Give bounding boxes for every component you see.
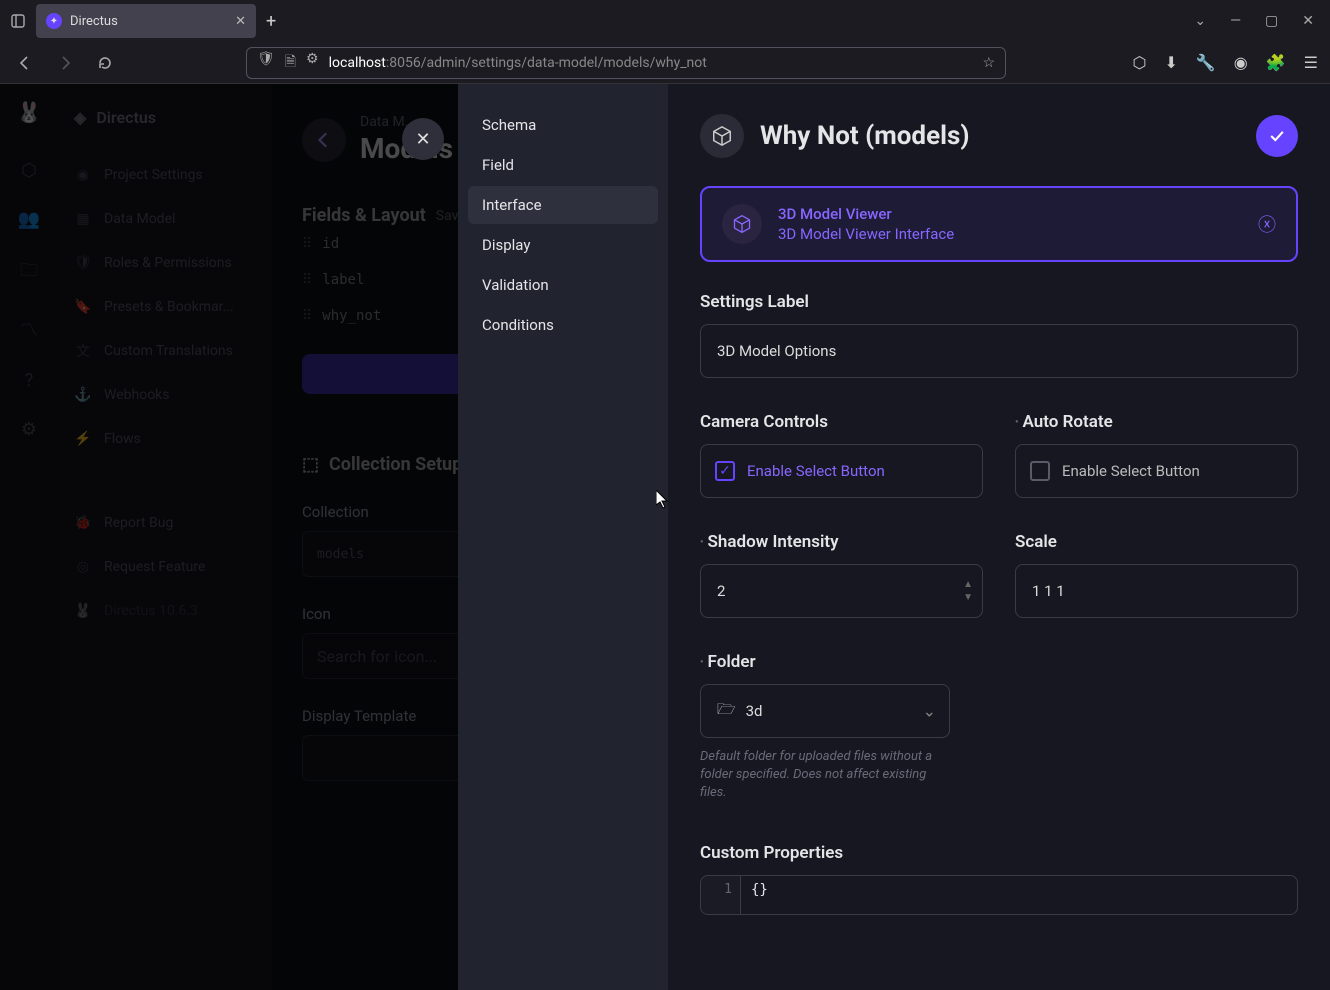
tab-title: Directus: [70, 14, 118, 29]
page-info-icon[interactable]: 🗎: [285, 51, 296, 75]
selected-interface[interactable]: 3D Model Viewer 3D Model Viewer Interfac…: [700, 186, 1298, 262]
cube-icon: [722, 204, 762, 244]
permissions-icon[interactable]: ⚙: [306, 51, 319, 75]
number-stepper[interactable]: ▲▼: [963, 579, 973, 603]
url-field[interactable]: 🛡 🗎 ⚙ localhost:8056/admin/settings/data…: [246, 47, 1006, 79]
close-tab-icon[interactable]: ✕: [235, 14, 246, 29]
bookmark-star-icon[interactable]: ☆: [982, 55, 995, 71]
checkbox-unchecked-icon: ✓: [1030, 461, 1050, 481]
forward-button: [52, 50, 78, 76]
drawer-body: Why Not (models) 3D Model Viewer 3D Mode…: [668, 84, 1330, 990]
new-tab-button[interactable]: +: [260, 11, 282, 32]
cube-icon: [700, 114, 744, 158]
chevron-up-icon[interactable]: ▲: [963, 579, 973, 590]
url-port: :8056: [386, 55, 421, 71]
selected-subtitle: 3D Model Viewer Interface: [778, 225, 954, 243]
downloads-icon[interactable]: ⬇: [1164, 53, 1177, 72]
checkbox-checked-icon: ✓: [715, 461, 735, 481]
deselect-icon[interactable]: ⓧ: [1258, 211, 1276, 237]
browser-addressbar: 🛡 🗎 ⚙ localhost:8056/admin/settings/data…: [0, 42, 1330, 84]
extensions-icon[interactable]: 🧩: [1266, 53, 1286, 72]
tab-conditions[interactable]: Conditions: [468, 306, 658, 344]
confirm-button[interactable]: [1256, 115, 1298, 157]
drawer-title: Why Not (models): [760, 121, 969, 151]
folder-value: 3d: [746, 702, 763, 720]
folder-label: Folder: [700, 652, 1298, 672]
shadow-intensity-label: Shadow Intensity: [700, 532, 983, 552]
folder-select[interactable]: 🗁 3d ⌄: [700, 684, 950, 738]
tab-validation[interactable]: Validation: [468, 266, 658, 304]
menu-icon[interactable]: ☰: [1304, 53, 1318, 72]
code-content: {}: [741, 876, 778, 914]
tab-interface[interactable]: Interface: [468, 186, 658, 224]
minimize-icon[interactable]: —: [1230, 13, 1241, 29]
scale-input[interactable]: [1015, 564, 1298, 618]
url-host: localhost: [329, 55, 386, 71]
settings-label-label: Settings Label: [700, 292, 1298, 312]
shadow-intensity-input[interactable]: [700, 564, 983, 618]
tab-display[interactable]: Display: [468, 226, 658, 264]
tab-field[interactable]: Field: [468, 146, 658, 184]
auto-rotate-checkbox[interactable]: ✓ Enable Select Button: [1015, 444, 1298, 498]
custom-properties-label: Custom Properties: [700, 843, 1298, 863]
sidebar-toggle-icon[interactable]: [8, 11, 28, 31]
maximize-icon[interactable]: ▢: [1265, 13, 1278, 29]
close-window-icon[interactable]: ✕: [1302, 13, 1314, 29]
field-config-drawer: ✕ Schema Field Interface Display Validat…: [458, 84, 1330, 990]
code-gutter: 1: [701, 876, 741, 914]
camera-controls-label: Camera Controls: [700, 412, 983, 432]
camera-controls-checkbox[interactable]: ✓ Enable Select Button: [700, 444, 983, 498]
favicon-icon: ✦: [46, 13, 62, 29]
folder-help-text: Default folder for uploaded files withou…: [700, 748, 950, 803]
drawer-tabs: Schema Field Interface Display Validatio…: [458, 84, 668, 990]
pocket-icon[interactable]: ⬡: [1132, 53, 1146, 72]
reload-button[interactable]: [92, 50, 118, 76]
account-icon[interactable]: ◉: [1234, 53, 1248, 72]
custom-properties-input[interactable]: 1 {}: [700, 875, 1298, 915]
auto-rotate-label: Auto Rotate: [1015, 412, 1298, 432]
settings-label-input[interactable]: [700, 324, 1298, 378]
close-drawer-button[interactable]: ✕: [402, 118, 444, 160]
tab-dropdown-icon[interactable]: ⌄: [1194, 13, 1206, 29]
tab-schema[interactable]: Schema: [468, 106, 658, 144]
browser-tabstrip: ✦ Directus ✕ + ⌄ — ▢ ✕: [0, 0, 1330, 42]
checkbox-label: Enable Select Button: [1062, 462, 1200, 480]
chevron-down-icon: ⌄: [923, 702, 936, 721]
folder-icon: 🗁: [717, 699, 736, 724]
back-button[interactable]: [12, 50, 38, 76]
devtools-icon[interactable]: 🔧: [1196, 53, 1216, 72]
url-path: /admin/settings/data-model/models/why_no…: [421, 55, 707, 71]
browser-tab[interactable]: ✦ Directus ✕: [36, 4, 256, 38]
chevron-down-icon[interactable]: ▼: [963, 592, 973, 603]
shield-icon[interactable]: 🛡: [257, 51, 275, 75]
scale-label: Scale: [1015, 532, 1298, 552]
selected-title: 3D Model Viewer: [778, 205, 954, 223]
checkbox-label: Enable Select Button: [747, 462, 885, 480]
